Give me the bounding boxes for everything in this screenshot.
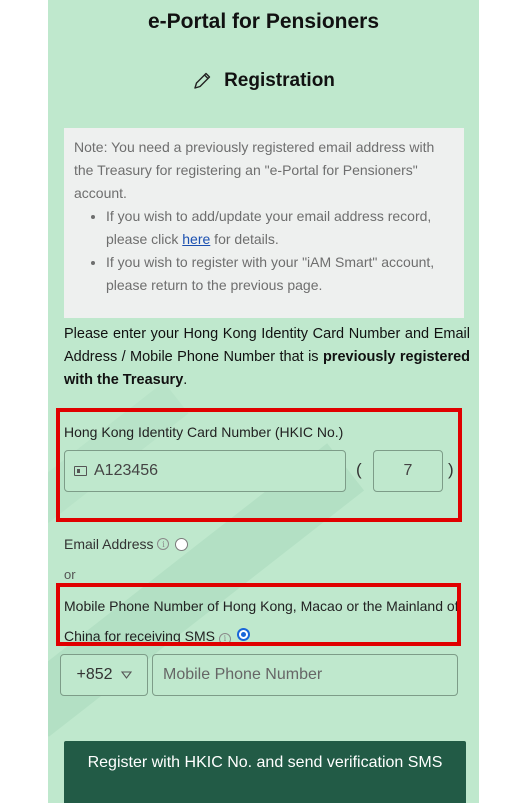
highlight-box-hkic <box>56 408 462 522</box>
instruction-end: . <box>183 372 188 388</box>
here-link[interactable]: here <box>182 231 210 247</box>
mobile-number-input[interactable]: Mobile Phone Number <box>152 654 458 696</box>
instruction-text: Please enter your Hong Kong Identity Car… <box>64 323 470 392</box>
note-bullet-text: for details. <box>210 231 279 247</box>
country-code-value: +852 <box>76 666 113 683</box>
mobile-number-placeholder: Mobile Phone Number <box>163 666 323 683</box>
triangle-down-icon <box>120 671 132 679</box>
or-separator: or <box>64 567 76 582</box>
highlight-box-mobile <box>56 583 461 646</box>
page-title: e-Portal for Pensioners <box>147 10 380 33</box>
pencil-icon <box>194 72 211 89</box>
note-intro: Note: You need a previously registered e… <box>74 139 435 201</box>
section-heading: Registration <box>48 70 479 92</box>
country-code-select[interactable]: +852 <box>60 654 148 696</box>
note-bullet: If you wish to register with your "iAM S… <box>106 251 454 297</box>
email-option-label: Email Address <box>64 536 154 552</box>
email-radio[interactable] <box>175 537 189 551</box>
register-submit-button[interactable]: Register with HKIC No. and send verifica… <box>64 741 466 803</box>
info-icon[interactable]: i <box>157 538 170 550</box>
email-option[interactable]: Email Address i <box>64 536 189 552</box>
section-heading-label: Registration <box>224 70 335 91</box>
note-bullet: If you wish to add/update your email add… <box>106 205 454 251</box>
note-box: Note: You need a previously registered e… <box>64 128 464 318</box>
